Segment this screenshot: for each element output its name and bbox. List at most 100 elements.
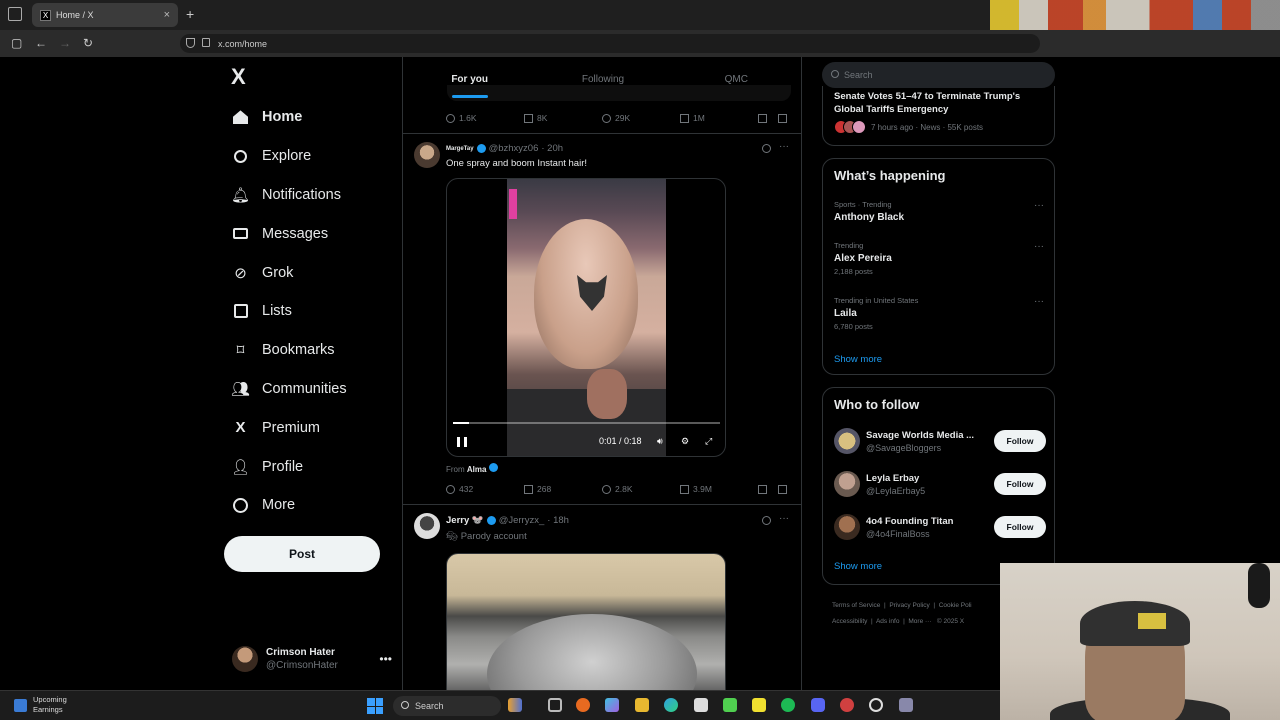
video-progress-bar[interactable] [453,422,720,424]
nav-item-bookmarks[interactable]: ⌑ Bookmarks [232,331,347,370]
edge-icon[interactable] [664,698,678,712]
post-author[interactable]: MargeTay [446,146,474,152]
nav-item-communities[interactable]: 👥︎ Communities [231,370,347,409]
footer-link-cookies[interactable]: Cookie Poli [939,602,972,609]
forward-icon[interactable]: → [59,36,71,50]
url-field[interactable]: x.com/home [180,34,1040,53]
bookmark-icon [758,113,767,123]
share-button[interactable] [778,113,791,123]
obs-icon[interactable] [869,698,883,712]
repost-button[interactable]: 8K [524,113,602,123]
views-button[interactable]: 1M [680,113,758,123]
post-handle[interactable]: @bzhxyz06 [489,143,539,154]
sticky-notes-icon[interactable] [752,698,766,712]
like-button[interactable]: 2.8K [602,484,680,494]
video-player[interactable]: 0:01 / 0:18 🔊︎ ⚙ ⤢ [446,178,726,457]
post-handle[interactable]: @Jerryzx_ [499,515,545,526]
from-account[interactable]: Alma [467,465,487,474]
repost-button[interactable]: 268 [524,484,602,494]
follow-suggestion[interactable]: 4o4 Founding Titan @4o4FinalBoss Follow [834,512,1046,542]
bookmark-post-button[interactable] [758,484,778,494]
tab-qmc[interactable]: QMC [670,57,801,102]
like-button[interactable]: 29K [602,113,680,123]
new-tab-button[interactable]: + [186,6,194,22]
trend-item[interactable]: Sports · Trending Anthony Black ··· [834,200,1044,223]
grok-explain-icon[interactable] [762,516,771,525]
bookmark-post-button[interactable] [758,113,778,123]
footer-link-privacy[interactable]: Privacy Policy [889,602,929,609]
more-dots-icon[interactable]: ··· [1034,296,1044,307]
post-more-icon[interactable]: ··· [779,513,789,524]
back-icon[interactable]: ← [35,36,47,50]
post-time[interactable]: · 18h [547,515,569,526]
nav-item-notifications[interactable]: 🔔︎ Notifications [231,176,347,215]
tab-following[interactable]: Following [536,57,669,102]
post-button[interactable]: Post [224,536,380,572]
more-dots-icon[interactable]: ••• [379,652,392,666]
start-windows-icon[interactable] [367,698,383,714]
footer-link-more[interactable]: More ··· [908,618,931,625]
account-switcher[interactable]: Crimson Hater @CrimsonHater ••• [232,642,392,676]
store-icon[interactable] [694,698,708,712]
top-story-card[interactable]: Senate Votes 51–47 to Terminate Trump's … [822,86,1055,146]
copilot-app-icon[interactable] [605,698,619,712]
firefox-icon[interactable] [576,698,590,712]
widgets-button[interactable]: Upcoming Earnings [14,695,67,715]
more-dots-icon[interactable]: ··· [1034,241,1044,252]
settings-gear-icon[interactable]: ⚙ [681,436,689,447]
app-icon[interactable] [899,698,913,712]
show-more-link[interactable]: Show more [834,561,882,572]
nav-item-profile[interactable]: 👤︎ Profile [231,447,347,486]
nav-item-premium[interactable]: X Premium [232,408,347,447]
post-more-icon[interactable]: ··· [779,141,789,152]
fullscreen-icon[interactable]: ⤢ [705,436,712,447]
spotify-icon[interactable] [781,698,795,712]
reload-icon[interactable]: ↻ [83,36,93,50]
copilot-icon[interactable] [508,698,522,712]
footer-link-accessibility[interactable]: Accessibility [832,618,867,625]
follow-suggestion[interactable]: Leyla Erbay @LeylaErbay5 Follow [834,469,1046,499]
tab-for-you[interactable]: For you [403,57,536,102]
trend-item[interactable]: Trending Alex Pereira 2,188 posts ··· [834,241,1044,276]
pause-icon[interactable] [457,437,467,447]
nav-item-lists[interactable]: Lists [232,292,347,331]
post-author[interactable]: Jerry 🐭 [446,515,484,526]
follow-button[interactable]: Follow [994,516,1046,538]
nav-item-grok[interactable]: ⊘ Grok [232,253,347,292]
share-button[interactable] [778,484,791,494]
file-explorer-icon[interactable] [635,698,649,712]
show-more-link[interactable]: Show more [834,354,882,365]
follow-button[interactable]: Follow [994,473,1046,495]
browser-tab[interactable]: X Home / X × [32,3,178,27]
tab-actions-icon[interactable] [8,7,22,21]
kick-icon[interactable] [723,698,737,712]
app-icon[interactable] [840,698,854,712]
sidebar-toggle-icon[interactable]: ▢ [11,36,22,50]
taskbar-search[interactable]: Search [393,696,501,716]
nav-item-home[interactable]: Home [232,98,347,137]
views-button[interactable]: 3.9M [680,484,758,494]
footer-link-ads-info[interactable]: Ads info [876,618,900,625]
search-input[interactable]: Search [822,62,1055,88]
avatar[interactable] [414,142,440,168]
avatar[interactable] [414,513,440,539]
discord-icon[interactable] [811,698,825,712]
follow-button[interactable]: Follow [994,430,1046,452]
reply-button[interactable]: 1.6K [446,113,524,123]
nav-item-messages[interactable]: Messages [232,214,347,253]
trend-item[interactable]: Trending in United States Laila 6,780 po… [834,296,1044,331]
follow-suggestion[interactable]: Savage Worlds Media ... @SavageBloggers … [834,426,1046,456]
more-dots-icon[interactable]: ··· [1034,200,1044,211]
post-media[interactable] [446,553,726,690]
grok-explain-icon[interactable] [762,144,771,153]
x-logo[interactable]: X [231,64,246,90]
url-text: x.com/home [218,38,268,49]
nav-item-more[interactable]: More [232,486,347,525]
close-tab-icon[interactable]: × [164,9,170,21]
post-time[interactable]: · 20h [541,143,563,154]
footer-link-terms[interactable]: Terms of Service [832,602,880,609]
nav-item-explore[interactable]: Explore [232,137,347,176]
reply-button[interactable]: 432 [446,484,524,494]
task-view-icon[interactable] [548,698,562,712]
volume-icon[interactable]: 🔊︎ [657,436,663,447]
